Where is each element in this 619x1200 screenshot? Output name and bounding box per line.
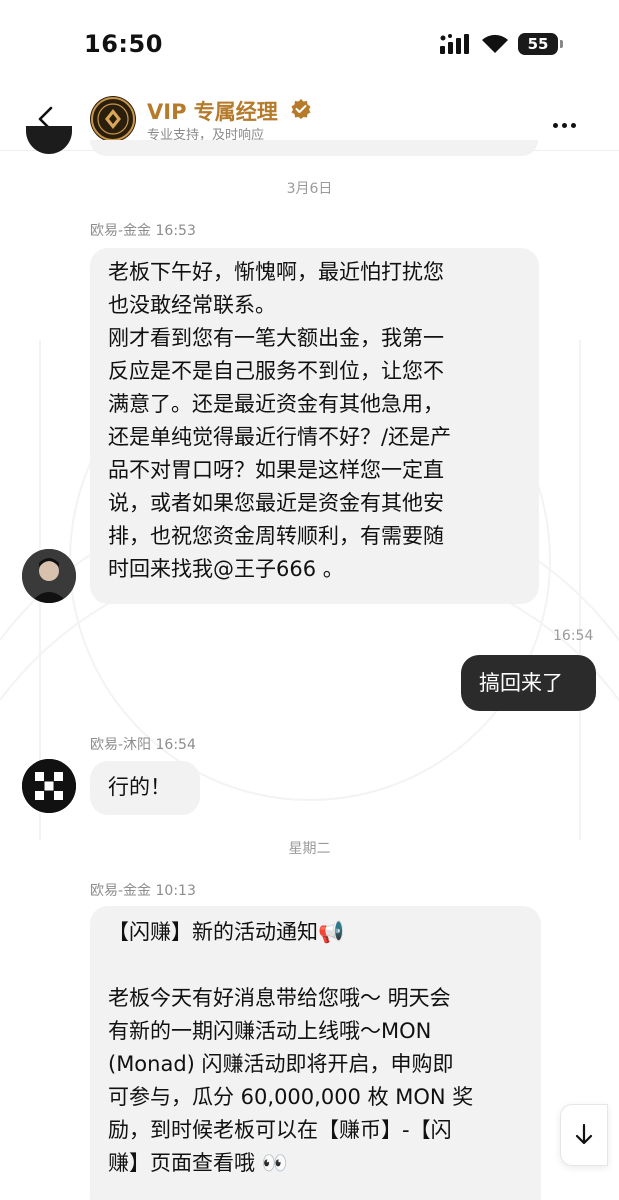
message-time: 16:54 xyxy=(553,628,594,644)
message-line: 可参与，瓜分 60,000,000 枚 MON 奖 xyxy=(108,1085,474,1109)
message-line: 说，或者如果您最近是资金有其他安 xyxy=(108,491,444,515)
message-line: 反应是不是自己服务不到位，让您不 xyxy=(108,359,444,383)
message-line: 满意了。还是最近资金有其他急用， xyxy=(108,392,444,416)
status-bar: 16:50 55 xyxy=(0,0,619,88)
cellular-signal-icon xyxy=(440,34,469,54)
message-bubble[interactable]: 行的！ xyxy=(90,761,200,815)
message-line: 【闪赚】新的活动通知📢 xyxy=(108,920,345,944)
message-line: 品不对胃口呀？如果是这样您一定直 xyxy=(108,458,444,482)
message-line: 还是单纯觉得最近行情不好？/还是产 xyxy=(108,425,452,449)
message-line: (Monad) 闪赚活动即将开启，申购即 xyxy=(108,1052,454,1076)
message-line: 励，到时候老板可以在【赚币】-【闪 xyxy=(108,1118,452,1142)
vip-logo-icon xyxy=(91,97,135,141)
battery-indicator: 55 xyxy=(518,33,558,55)
message-line: 排，也祝您资金周转顺利，有需要随 xyxy=(108,524,444,548)
more-dots-icon[interactable] xyxy=(553,113,580,132)
message-sender: 欧易-金金 10:13 xyxy=(90,883,196,899)
message-line: 行的！ xyxy=(108,775,171,799)
message-line: 时回来找我@王子666 。 xyxy=(108,557,344,581)
scroll-to-bottom-button[interactable] xyxy=(560,1104,608,1166)
message-line: 也没敢经常联系。 xyxy=(108,293,276,317)
manager-avatar[interactable] xyxy=(90,96,136,142)
message-line: 赚】页面查看哦 👀 xyxy=(108,1151,288,1175)
person-avatar-icon xyxy=(22,549,76,603)
message-line: 老板下午好，惭愧啊，最近怕打扰您 xyxy=(108,260,444,284)
message-bubble[interactable]: 老板下午好，惭愧啊，最近怕打扰您 也没敢经常联系。 刚才看到您有一笔大额出金，我… xyxy=(90,248,539,604)
status-time: 16:50 xyxy=(84,30,163,58)
avatar[interactable] xyxy=(22,549,76,603)
message-bubble[interactable]: 【闪赚】新的活动通知📢 老板今天有好消息带给您哦～ 明天会 有新的一期闪赚活动上… xyxy=(90,906,541,1200)
okx-logo-icon xyxy=(22,759,76,813)
avatar[interactable] xyxy=(22,759,76,813)
battery-tip xyxy=(560,40,563,48)
date-divider: 3月6日 xyxy=(286,181,333,197)
message-line: 老板今天有好消息带给您哦～ 明天会 xyxy=(108,986,451,1010)
message-line: 有新的一期闪赚活动上线哦～MON xyxy=(108,1019,432,1043)
chat-screen: 16:50 55 VIP 专属经理 专业支持，及时响应 3月6日 欧易-金金 1… xyxy=(0,0,619,1200)
arrow-down-icon xyxy=(575,1123,593,1145)
message-line: 刚才看到您有一笔大额出金，我第一 xyxy=(108,326,444,350)
message-sender: 欧易-沐阳 16:54 xyxy=(90,737,196,753)
my-message-bubble[interactable]: 搞回来了 xyxy=(461,655,596,711)
previous-bubble-fragment xyxy=(90,140,538,156)
date-divider: 星期二 xyxy=(288,841,331,857)
wifi-icon xyxy=(482,34,508,53)
message-line xyxy=(108,949,523,982)
chat-title: VIP 专属经理 xyxy=(147,100,278,124)
verified-badge-icon xyxy=(291,99,311,119)
message-sender: 欧易-金金 16:53 xyxy=(90,223,196,239)
